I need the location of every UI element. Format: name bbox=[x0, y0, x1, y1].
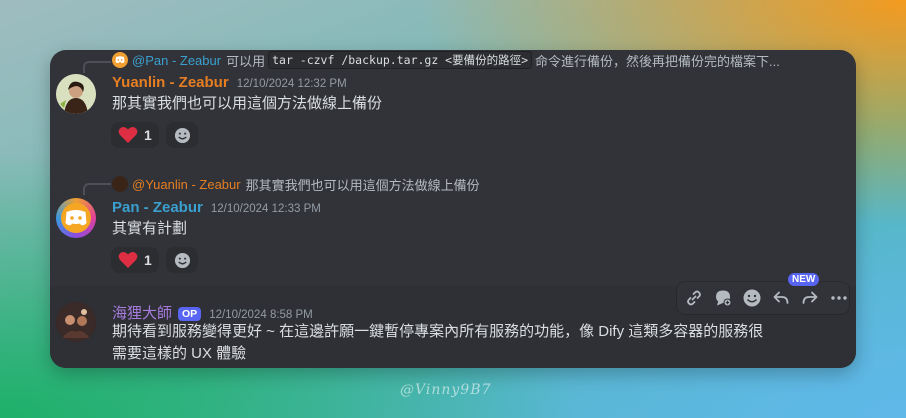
thread-icon bbox=[715, 290, 731, 307]
message-text: 其實有計劃 bbox=[112, 220, 188, 237]
message-line: 期待看到服務變得更好 ~ 在這邊許願一鍵暫停專案內所有服務的功能，像 Dify … bbox=[112, 323, 764, 340]
add-reaction-button[interactable] bbox=[738, 284, 766, 312]
message-text: 那其實我們也可以用這個方法做線上備份 bbox=[112, 95, 383, 112]
heart-icon bbox=[118, 252, 138, 268]
reply-text: 那其實我們也可以用這個方法做線上備份 bbox=[245, 177, 480, 193]
message-line: 需要這樣的 UX 體驗 bbox=[112, 345, 247, 362]
message-text: 期待看到服務變得更好 ~ 在這邊許願一鍵暫停專案內所有服務的功能，像 Dify … bbox=[112, 321, 847, 365]
reply-preview[interactable]: @Pan - Zeabur 可以用 tar -czvf /backup.tar.… bbox=[112, 51, 780, 69]
avatar[interactable] bbox=[56, 74, 96, 114]
pan-mini-avatar bbox=[112, 52, 128, 68]
reply-text: 可以用 bbox=[226, 53, 266, 69]
chat-panel: @Pan - Zeabur 可以用 tar -czvf /backup.tar.… bbox=[50, 50, 856, 368]
author-name[interactable]: 海狸大師 bbox=[112, 302, 172, 323]
forward-button[interactable] bbox=[796, 284, 824, 312]
add-reaction-icon bbox=[743, 289, 760, 307]
author-name[interactable]: Yuanlin - Zeabur bbox=[112, 74, 229, 91]
copy-link-button[interactable] bbox=[680, 284, 708, 312]
reaction-heart[interactable]: 1 bbox=[111, 122, 159, 148]
reply-connector bbox=[83, 61, 111, 73]
more-icon bbox=[830, 296, 847, 300]
avatar[interactable] bbox=[56, 198, 96, 238]
author-name[interactable]: Pan - Zeabur bbox=[112, 199, 203, 216]
reply-author[interactable]: @Yuanlin - Zeabur bbox=[132, 177, 241, 192]
reply-button[interactable] bbox=[767, 284, 795, 312]
reply-code: tar -czvf /backup.tar.gz <要備份的路徑> bbox=[268, 51, 533, 69]
reply-text-after: 命令進行備份，然後再把備份完的檔案下... bbox=[535, 53, 780, 69]
op-badge: OP bbox=[178, 307, 202, 321]
reaction-heart[interactable]: 1 bbox=[111, 247, 159, 273]
reaction-count: 1 bbox=[144, 127, 152, 143]
message-header: 海狸大師 OP 12/10/2024 8:58 PM bbox=[112, 302, 313, 323]
new-badge: NEW bbox=[788, 273, 820, 286]
more-options-button[interactable] bbox=[825, 284, 853, 312]
create-thread-button[interactable] bbox=[709, 284, 737, 312]
smile-icon bbox=[174, 252, 190, 268]
heart-icon bbox=[118, 127, 138, 143]
reaction-count: 1 bbox=[144, 252, 152, 268]
add-reaction-button[interactable] bbox=[166, 122, 198, 148]
reply-icon bbox=[773, 291, 788, 304]
message-header: Pan - Zeabur 12/10/2024 12:33 PM bbox=[112, 199, 321, 216]
timestamp: 12/10/2024 12:33 PM bbox=[210, 203, 321, 215]
forward-icon bbox=[802, 291, 817, 304]
reply-author[interactable]: @Pan - Zeabur bbox=[132, 53, 221, 68]
avatar[interactable] bbox=[56, 302, 96, 342]
watermark: @Vinny9B7 bbox=[400, 382, 492, 398]
message-toolbar bbox=[679, 284, 853, 312]
link-icon bbox=[686, 290, 701, 306]
add-reaction-button[interactable] bbox=[166, 247, 198, 273]
reply-connector bbox=[83, 183, 111, 195]
smile-icon bbox=[174, 127, 190, 143]
timestamp: 12/10/2024 8:58 PM bbox=[209, 309, 313, 321]
yuanlin-mini-avatar bbox=[112, 176, 128, 192]
reply-preview[interactable]: @Yuanlin - Zeabur 那其實我們也可以用這個方法做線上備份 bbox=[112, 175, 480, 193]
timestamp: 12/10/2024 12:32 PM bbox=[236, 78, 347, 90]
message-header: Yuanlin - Zeabur 12/10/2024 12:32 PM bbox=[112, 74, 347, 91]
